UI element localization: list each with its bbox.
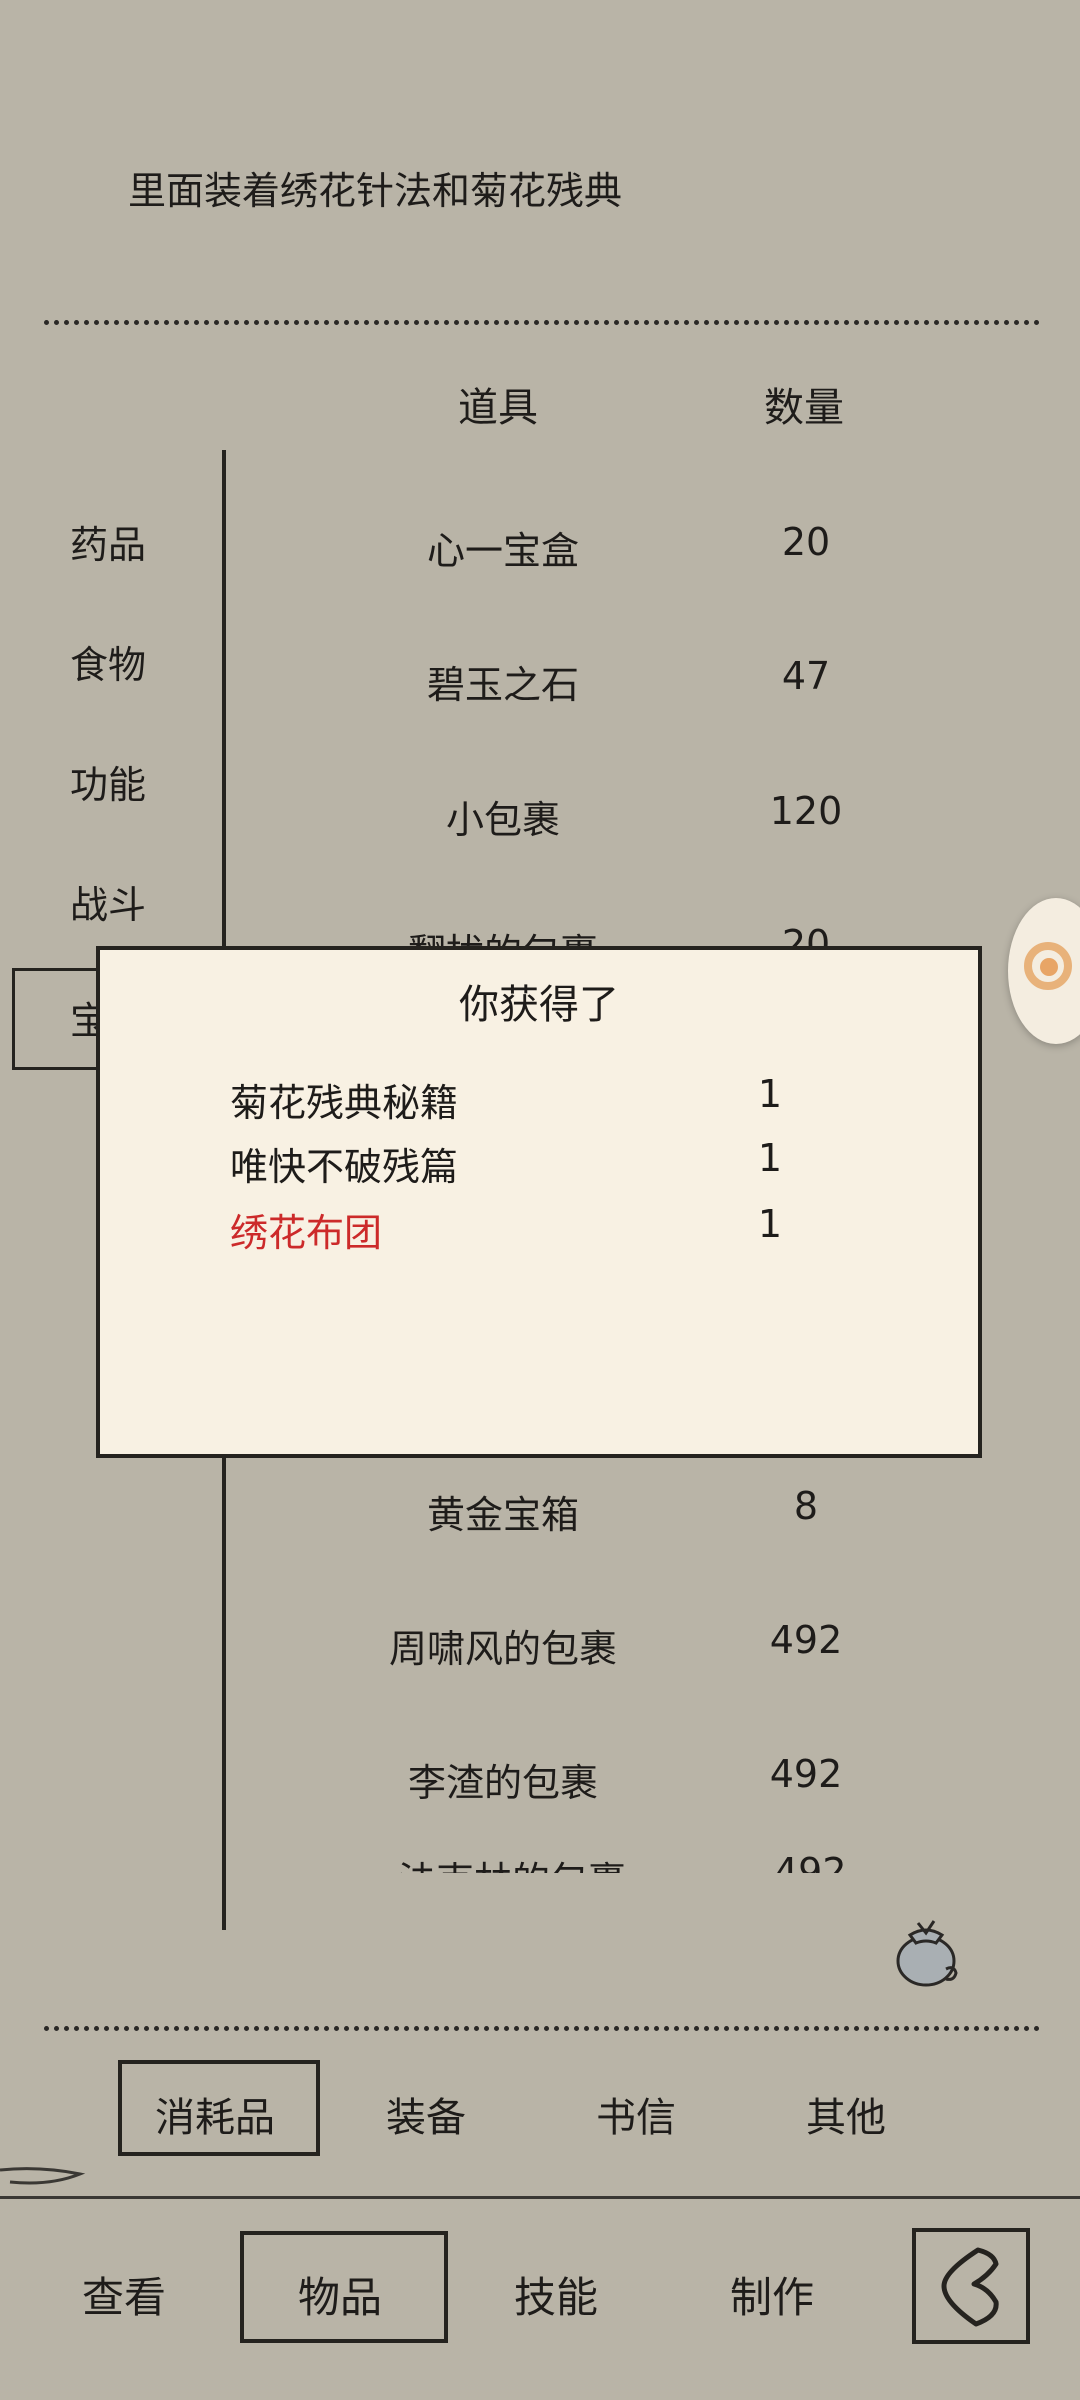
reward-item-qty: 1 [757, 1072, 783, 1116]
tab-letters[interactable]: 书信 [596, 2085, 676, 2143]
reward-dialog[interactable]: 你获得了 菊花残典秘籍 1 唯快不破残篇 1 绣花布团 1 [96, 946, 982, 1458]
table-row[interactable]: 碧玉之石 47 [300, 620, 940, 730]
item-qty: 120 [769, 789, 843, 833]
category-medicine[interactable]: 药品 [70, 514, 146, 569]
item-qty: 492 [769, 1618, 843, 1662]
item-name: 碧玉之石 [426, 663, 579, 707]
reward-item-qty: 1 [757, 1202, 783, 1246]
item-qty: 20 [781, 520, 831, 564]
nav-view[interactable]: 查看 [82, 2264, 166, 2325]
reward-item-name: 绣花布团 [230, 1211, 383, 1255]
nav-skills[interactable]: 技能 [514, 2264, 598, 2325]
reward-item-qty: 1 [757, 1136, 783, 1180]
tab-consumables[interactable]: 消耗品 [155, 2085, 275, 2143]
reward-item: 菊花残典秘籍 1 [170, 1072, 890, 1132]
item-name: 周啸风的包裹 [388, 1627, 617, 1671]
bag-icon[interactable] [888, 1905, 968, 1989]
item-qty: 492 [769, 1752, 843, 1796]
dialog-title: 你获得了 [459, 982, 619, 1028]
badge-dot [1040, 958, 1058, 976]
divider-top [44, 320, 1040, 325]
item-description: 里面装着绣花针法和菊花残典 [128, 169, 623, 213]
category-function[interactable]: 功能 [70, 754, 146, 809]
item-name: 李渣的包裹 [407, 1761, 598, 1805]
item-name: 法克林的包裹 [398, 1855, 626, 1873]
header-qty: 数量 [764, 385, 844, 431]
nav-items[interactable]: 物品 [298, 2264, 382, 2325]
floating-assistant-button[interactable] [1008, 898, 1080, 1044]
item-name: 黄金宝箱 [426, 1493, 579, 1537]
back-arrow-icon [941, 2247, 999, 2327]
reward-item-name: 菊花残典秘籍 [230, 1081, 459, 1125]
table-row[interactable]: 心一宝盒 20 [300, 486, 940, 596]
tab-equipment[interactable]: 装备 [386, 2085, 466, 2143]
category-combat[interactable]: 战斗 [70, 874, 146, 929]
header-item: 道具 [458, 385, 538, 431]
nav-separator [0, 2196, 1080, 2199]
table-row[interactable]: 周啸风的包裹 492 [300, 1584, 940, 1694]
table-row[interactable]: 小包裹 120 [300, 755, 940, 865]
item-qty: 492 [774, 1855, 847, 1873]
back-button[interactable] [912, 2228, 1030, 2344]
item-qty: 8 [793, 1484, 819, 1528]
reward-item: 唯快不破残篇 1 [170, 1136, 890, 1196]
tab-other[interactable]: 其他 [806, 2085, 886, 2143]
item-name: 小包裹 [445, 798, 560, 842]
item-qty: 47 [781, 654, 831, 698]
reward-item: 绣花布团 1 [170, 1202, 890, 1262]
table-row[interactable]: 李渣的包裹 492 [300, 1718, 940, 1828]
table-row-clipped[interactable]: 法克林的包裹 492 [300, 1855, 940, 1873]
category-food[interactable]: 食物 [70, 634, 146, 689]
reward-item-name: 唯快不破残篇 [230, 1145, 459, 1189]
divider-bottom [44, 2026, 1040, 2031]
nav-crafting[interactable]: 制作 [730, 2264, 814, 2325]
table-row[interactable]: 黄金宝箱 8 [300, 1450, 940, 1560]
item-name: 心一宝盒 [426, 529, 579, 573]
